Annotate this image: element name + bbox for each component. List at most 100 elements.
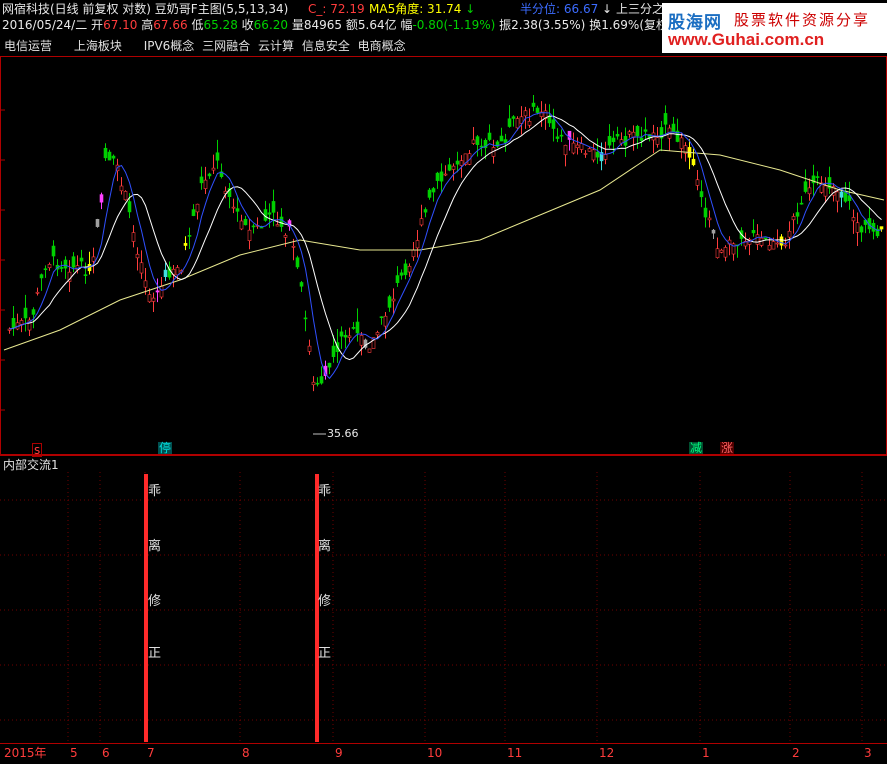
volume: 量84965 — [291, 18, 343, 32]
amplitude: 振2.38(3.55%) — [499, 18, 586, 32]
candle-body — [507, 118, 512, 127]
candle-body — [275, 224, 280, 227]
candle-body — [479, 145, 484, 148]
low-price-label: 35.66 — [327, 427, 359, 440]
tag-security[interactable]: 信息安全 — [302, 39, 350, 53]
candle-body — [691, 158, 696, 166]
candle-body — [755, 234, 760, 245]
candle-body — [51, 245, 56, 257]
candle-body — [771, 241, 776, 250]
candle-body — [455, 160, 460, 165]
candle-body — [615, 133, 620, 137]
candle-body — [407, 265, 412, 273]
x-axis-month: 3 — [864, 746, 872, 760]
candle-body — [307, 345, 312, 352]
candle-body — [703, 207, 708, 218]
candle-body — [711, 229, 716, 234]
candle-body — [23, 307, 28, 319]
candle-body — [383, 315, 388, 327]
x-axis-month: 8 — [242, 746, 250, 760]
candle-body — [591, 149, 596, 161]
candle-body — [139, 262, 144, 274]
x-axis-month: 10 — [427, 746, 443, 760]
candle-body — [699, 191, 704, 198]
candle-body — [39, 274, 44, 279]
candle-body — [151, 297, 156, 302]
candle-body — [279, 216, 284, 227]
candle-body — [783, 244, 788, 247]
tag-shanghai[interactable]: 上海板块 — [74, 39, 122, 53]
sub-vgridlines — [67, 472, 863, 742]
candle-body — [723, 247, 728, 258]
candle-body — [751, 230, 756, 234]
candle-body — [575, 144, 580, 148]
candle-body — [191, 209, 196, 216]
candle-body — [235, 208, 240, 212]
candle-body — [655, 137, 660, 145]
candle-body — [779, 236, 784, 246]
candle-body — [147, 294, 152, 303]
candle-body — [639, 137, 644, 141]
open-value: 67.10 — [103, 18, 138, 32]
signal-zhang: 涨 — [720, 441, 735, 455]
x-axis-month: 2 — [792, 746, 800, 760]
candle-body — [31, 309, 36, 315]
close-value: 66.20 — [253, 18, 289, 32]
candle-body — [715, 248, 720, 258]
main-panel-frame — [0, 56, 887, 455]
candle-body — [443, 173, 448, 176]
candle-body — [791, 216, 796, 221]
low-value: 65.28 — [203, 18, 238, 32]
candle-body — [763, 237, 768, 240]
candle-body — [499, 135, 504, 142]
candle-body — [487, 132, 492, 140]
x-axis-month: 7 — [147, 746, 155, 760]
candle-body — [35, 291, 40, 294]
candle-body — [327, 362, 332, 368]
candle-body — [563, 144, 568, 156]
candle-body — [839, 191, 844, 198]
candle-body — [63, 259, 68, 269]
candle-body — [559, 134, 564, 137]
candle-body — [511, 116, 516, 119]
candle-body — [247, 229, 252, 241]
candle-body — [435, 172, 440, 181]
candle-body — [251, 225, 256, 228]
signal-jian: 减 — [689, 441, 704, 455]
candle-body — [131, 232, 136, 242]
candle-body — [595, 151, 600, 158]
tag-telecom[interactable]: 电信运营 — [4, 39, 52, 53]
candle-body — [379, 316, 384, 318]
tag-cloud[interactable]: 云计算 — [258, 39, 294, 53]
change-value: -0.80(-1.19%) — [412, 18, 496, 32]
candle-body — [239, 220, 244, 230]
candle-body — [79, 257, 84, 262]
candle-body — [83, 274, 88, 277]
header-row-1: 网宿科技(日线 前复权 对数) 豆奶哥F主图(5,5,13,34) — [2, 1, 288, 17]
candle-body — [807, 187, 812, 195]
indicator-ma5: MA5角度: 31.74 ↓ — [369, 2, 476, 16]
candle-body — [395, 275, 400, 284]
candle-body — [555, 136, 560, 139]
candle-body — [207, 173, 212, 177]
candle-body — [775, 242, 780, 245]
candle-body — [135, 253, 140, 259]
high-value: 67.66 — [153, 18, 188, 32]
tag-triple-play[interactable]: 三网融合 — [202, 39, 250, 53]
candle-body — [267, 212, 272, 215]
candle-body — [183, 243, 188, 246]
candle-body — [671, 123, 676, 133]
chart-canvas — [0, 56, 887, 744]
candle-body — [523, 110, 528, 117]
candle-body — [351, 327, 356, 329]
tag-ipv6[interactable]: IPV6概念 — [144, 39, 195, 53]
candle-body — [175, 267, 180, 276]
tag-ecommerce[interactable]: 电商概念 — [358, 39, 406, 53]
candle-body — [47, 264, 52, 269]
sub-gridlines — [0, 499, 887, 721]
turnover: 换1.69%(复权) — [589, 18, 673, 32]
candle-body — [879, 226, 884, 230]
quote-date: 2016/05/24/二 — [2, 18, 88, 32]
candle-body — [531, 102, 536, 107]
candle-body — [471, 139, 476, 144]
